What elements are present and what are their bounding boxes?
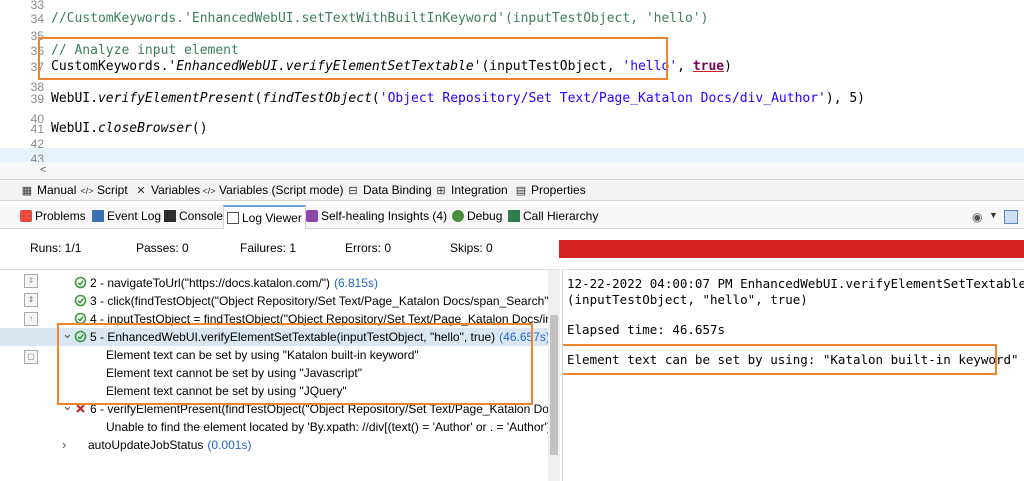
call-hierarchy-icon bbox=[508, 210, 520, 222]
editor-tab-label: Variables bbox=[151, 183, 201, 197]
code-token: //CustomKeywords.'EnhancedWebUI.setTextW… bbox=[51, 11, 709, 26]
runs-count: Runs: 1/1 bbox=[30, 241, 82, 255]
code-token: , bbox=[677, 59, 693, 74]
line-number: 39 bbox=[30, 92, 44, 106]
view-tab-event-log[interactable]: Event Log bbox=[92, 205, 161, 228]
code-token: 'Object Repository/Set Text/Page_Katalon… bbox=[379, 91, 826, 106]
run-progress-bar bbox=[559, 240, 1024, 258]
debug-icon bbox=[452, 210, 464, 222]
view-tabs-bar: Problems Event Log Console Log Viewer Self-h… bbox=[0, 205, 1024, 230]
view-tab-problems[interactable]: Problems bbox=[20, 205, 86, 228]
problems-icon bbox=[20, 210, 32, 222]
skips-count: Skips: 0 bbox=[450, 241, 493, 255]
editor-tab-label: Script bbox=[97, 183, 128, 197]
view-tab-label: Self-healing Insights (4) bbox=[321, 209, 448, 223]
run-progress-fill bbox=[559, 240, 1024, 258]
properties-icon: ▤ bbox=[515, 185, 527, 197]
editor-tab-variables[interactable]: ✕ Variables bbox=[134, 180, 200, 201]
log-viewer-icon bbox=[227, 212, 239, 224]
failures-count: Failures: 1 bbox=[240, 241, 297, 255]
integration-icon: ⊞ bbox=[436, 185, 446, 197]
passed-status-icon bbox=[74, 294, 87, 307]
code-line[interactable]: 39 WebUI.verifyElementPresent (findTestObj… bbox=[0, 88, 1024, 110]
tree-row[interactable]: › autoUpdateJobStatus (0.001s) bbox=[0, 436, 548, 454]
eye-icon[interactable]: ◉ bbox=[972, 210, 982, 224]
tree-row-text: 2 - navigateToUrl("https://docs.katalon.… bbox=[90, 274, 378, 292]
chevron-right-icon[interactable]: › bbox=[62, 436, 66, 454]
code-token: WebUI. bbox=[51, 91, 98, 106]
highlight-box-keyword-call bbox=[38, 37, 668, 80]
editor-tab-variables-script-mode[interactable]: </> Variables (Script mode) bbox=[202, 180, 344, 201]
view-tab-label: Console bbox=[179, 209, 224, 223]
passes-count: Passes: 0 bbox=[136, 241, 189, 255]
tree-row-text: autoUpdateJobStatus (0.001s) bbox=[88, 436, 251, 454]
code-token: ) bbox=[724, 59, 732, 74]
view-tab-label: Problems bbox=[35, 209, 86, 223]
editor-tab-label: Variables (Script mode) bbox=[219, 183, 344, 197]
detail-args-line: (inputTestObject, "hello", true) bbox=[567, 292, 808, 307]
console-icon bbox=[164, 210, 176, 222]
code-token: ), 5) bbox=[825, 91, 866, 106]
tree-row-text: 3 - click(findTestObject("Object Reposit… bbox=[90, 292, 548, 310]
tree-row-duration: (0.001s) bbox=[207, 438, 252, 452]
tree-row-text: Unable to find the element located by 'B… bbox=[106, 418, 548, 436]
editor-mode-tabs: ▦ Manual </> Script ✕ Variables </> Variables (… bbox=[0, 179, 1024, 201]
errors-count: Errors: 0 bbox=[345, 241, 392, 255]
editor-tab-label: Integration bbox=[451, 183, 508, 197]
tree-vertical-scrollbar[interactable] bbox=[548, 270, 560, 481]
editor-tab-integration[interactable]: ⊞ Integration bbox=[434, 180, 508, 201]
detail-elapsed-time: Elapsed time: 46.657s bbox=[567, 322, 726, 337]
script-icon: </> bbox=[80, 186, 94, 196]
view-tab-label: Log Viewer bbox=[242, 211, 302, 225]
editor-tab-label: Manual bbox=[37, 183, 77, 197]
tree-row-label: Unable to find the element located by 'B… bbox=[106, 420, 548, 434]
view-tab-debug[interactable]: Debug bbox=[452, 205, 502, 228]
view-tab-self-healing-insights-4[interactable]: Self-healing Insights (4) bbox=[306, 205, 447, 228]
code-token: ( bbox=[371, 91, 380, 106]
code-token: true bbox=[692, 59, 725, 74]
scroll-left-icon[interactable]: < bbox=[40, 162, 46, 179]
tree-row-duration: (6.815s) bbox=[333, 276, 378, 290]
view-tab-call-hierarchy[interactable]: Call Hierarchy bbox=[508, 205, 598, 228]
highlight-box-message bbox=[563, 344, 997, 375]
tree-row-label: 3 - click(findTestObject("Object Reposit… bbox=[90, 294, 548, 308]
view-tab-console[interactable]: Console bbox=[164, 205, 223, 228]
view-menu-icon[interactable]: ▼ bbox=[989, 210, 998, 220]
editor-tab-data-binding[interactable]: ⊟ Data Binding bbox=[346, 180, 432, 201]
tree-row-label: autoUpdateJobStatus bbox=[88, 438, 204, 452]
tree-row[interactable]: 3 - click(findTestObject("Object Reposit… bbox=[0, 292, 548, 310]
manual-icon: ▦ bbox=[21, 185, 33, 197]
editor-tab-label: Properties bbox=[531, 183, 586, 197]
tree-row[interactable]: Unable to find the element located by 'B… bbox=[0, 418, 548, 436]
tree-row[interactable]: 2 - navigateToUrl("https://docs.katalon.… bbox=[0, 274, 548, 292]
editor-tab-label: Data Binding bbox=[363, 183, 432, 197]
layout-toggle-icon[interactable] bbox=[1004, 210, 1018, 224]
code-text: WebUI.verifyElementPresent (findTestObjec… bbox=[51, 88, 865, 110]
editor-tab-properties[interactable]: ▤ Properties bbox=[514, 180, 586, 201]
view-tab-label: Debug bbox=[467, 209, 503, 223]
code-token: verifyElementPresent bbox=[97, 91, 255, 106]
editor-tab-script[interactable]: </> Script bbox=[80, 180, 128, 201]
view-tab-label: Call Hierarchy bbox=[523, 209, 599, 223]
editor-tab-manual[interactable]: ▦ Manual bbox=[20, 180, 77, 201]
detail-header-line: 12-22-2022 04:00:07 PM EnhancedWebUI.ver… bbox=[567, 276, 1024, 291]
data-binding-icon: ⊟ bbox=[348, 185, 358, 197]
self-healing-icon bbox=[306, 210, 318, 222]
view-tab-log-viewer[interactable]: Log Viewer bbox=[223, 205, 306, 230]
highlight-box-step-5 bbox=[57, 323, 533, 405]
tree-row-label: 2 - navigateToUrl("https://docs.katalon.… bbox=[90, 276, 330, 290]
script-editor[interactable]: 33 34//CustomKeywords.'EnhancedWebUI.setT… bbox=[0, 0, 1024, 179]
code-token: findTestObject bbox=[262, 91, 372, 106]
passed-status-icon bbox=[74, 276, 87, 289]
scrollbar-thumb[interactable] bbox=[550, 315, 558, 455]
code-icon: </> bbox=[202, 186, 216, 196]
log-detail-panel[interactable]: 12-22-2022 04:00:07 PM EnhancedWebUI.ver… bbox=[562, 269, 1024, 481]
log-tree-panel[interactable]: ⇳ ⇕ ↑ ▤ ▢ 2 - navigateToUrl("https://doc… bbox=[0, 269, 560, 481]
view-tab-label: Event Log bbox=[107, 209, 162, 223]
event-log-icon bbox=[92, 210, 104, 222]
variables-icon: ✕ bbox=[136, 185, 146, 197]
editor-horizontal-scrollbar[interactable]: < bbox=[0, 162, 1024, 179]
